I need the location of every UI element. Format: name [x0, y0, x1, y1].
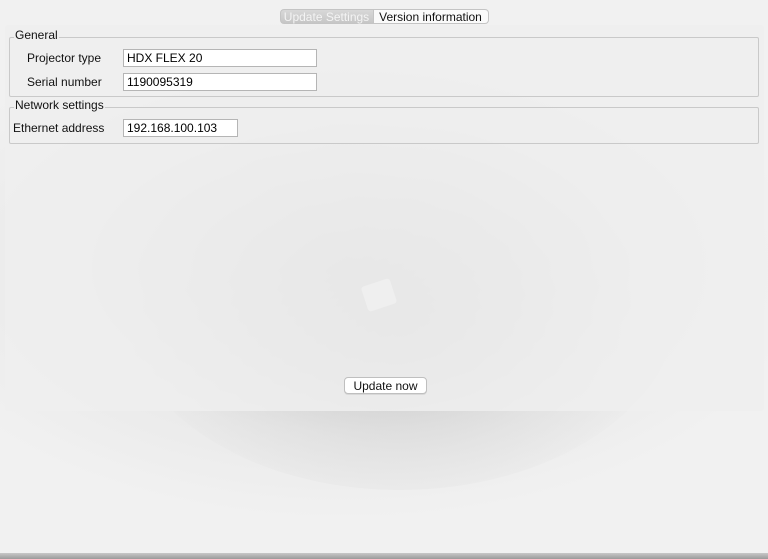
- bottom-edge: [0, 553, 768, 559]
- serial-number-label: Serial number: [27, 75, 102, 89]
- ethernet-address-label: Ethernet address: [13, 121, 105, 135]
- update-settings-panel: General Projector type Serial number Net…: [5, 25, 764, 411]
- projector-type-label: Projector type: [27, 51, 102, 65]
- serial-number-field[interactable]: [123, 73, 317, 91]
- network-settings-group: Network settings Ethernet address: [9, 98, 759, 144]
- network-settings-group-title: Network settings: [14, 98, 105, 112]
- tab-version-information[interactable]: Version information: [373, 9, 489, 24]
- general-group-title: General: [14, 28, 59, 42]
- update-now-button[interactable]: Update now: [344, 377, 427, 394]
- ethernet-address-row: Ethernet address: [13, 119, 238, 137]
- ethernet-address-field[interactable]: [123, 119, 238, 137]
- projector-type-row: Projector type: [27, 49, 317, 67]
- general-group: General Projector type Serial number: [9, 28, 759, 97]
- tab-update-settings[interactable]: Update Settings: [279, 9, 374, 24]
- tab-bar: Update Settings Version information: [0, 9, 768, 24]
- projector-type-field[interactable]: [123, 49, 317, 67]
- serial-number-row: Serial number: [27, 73, 317, 91]
